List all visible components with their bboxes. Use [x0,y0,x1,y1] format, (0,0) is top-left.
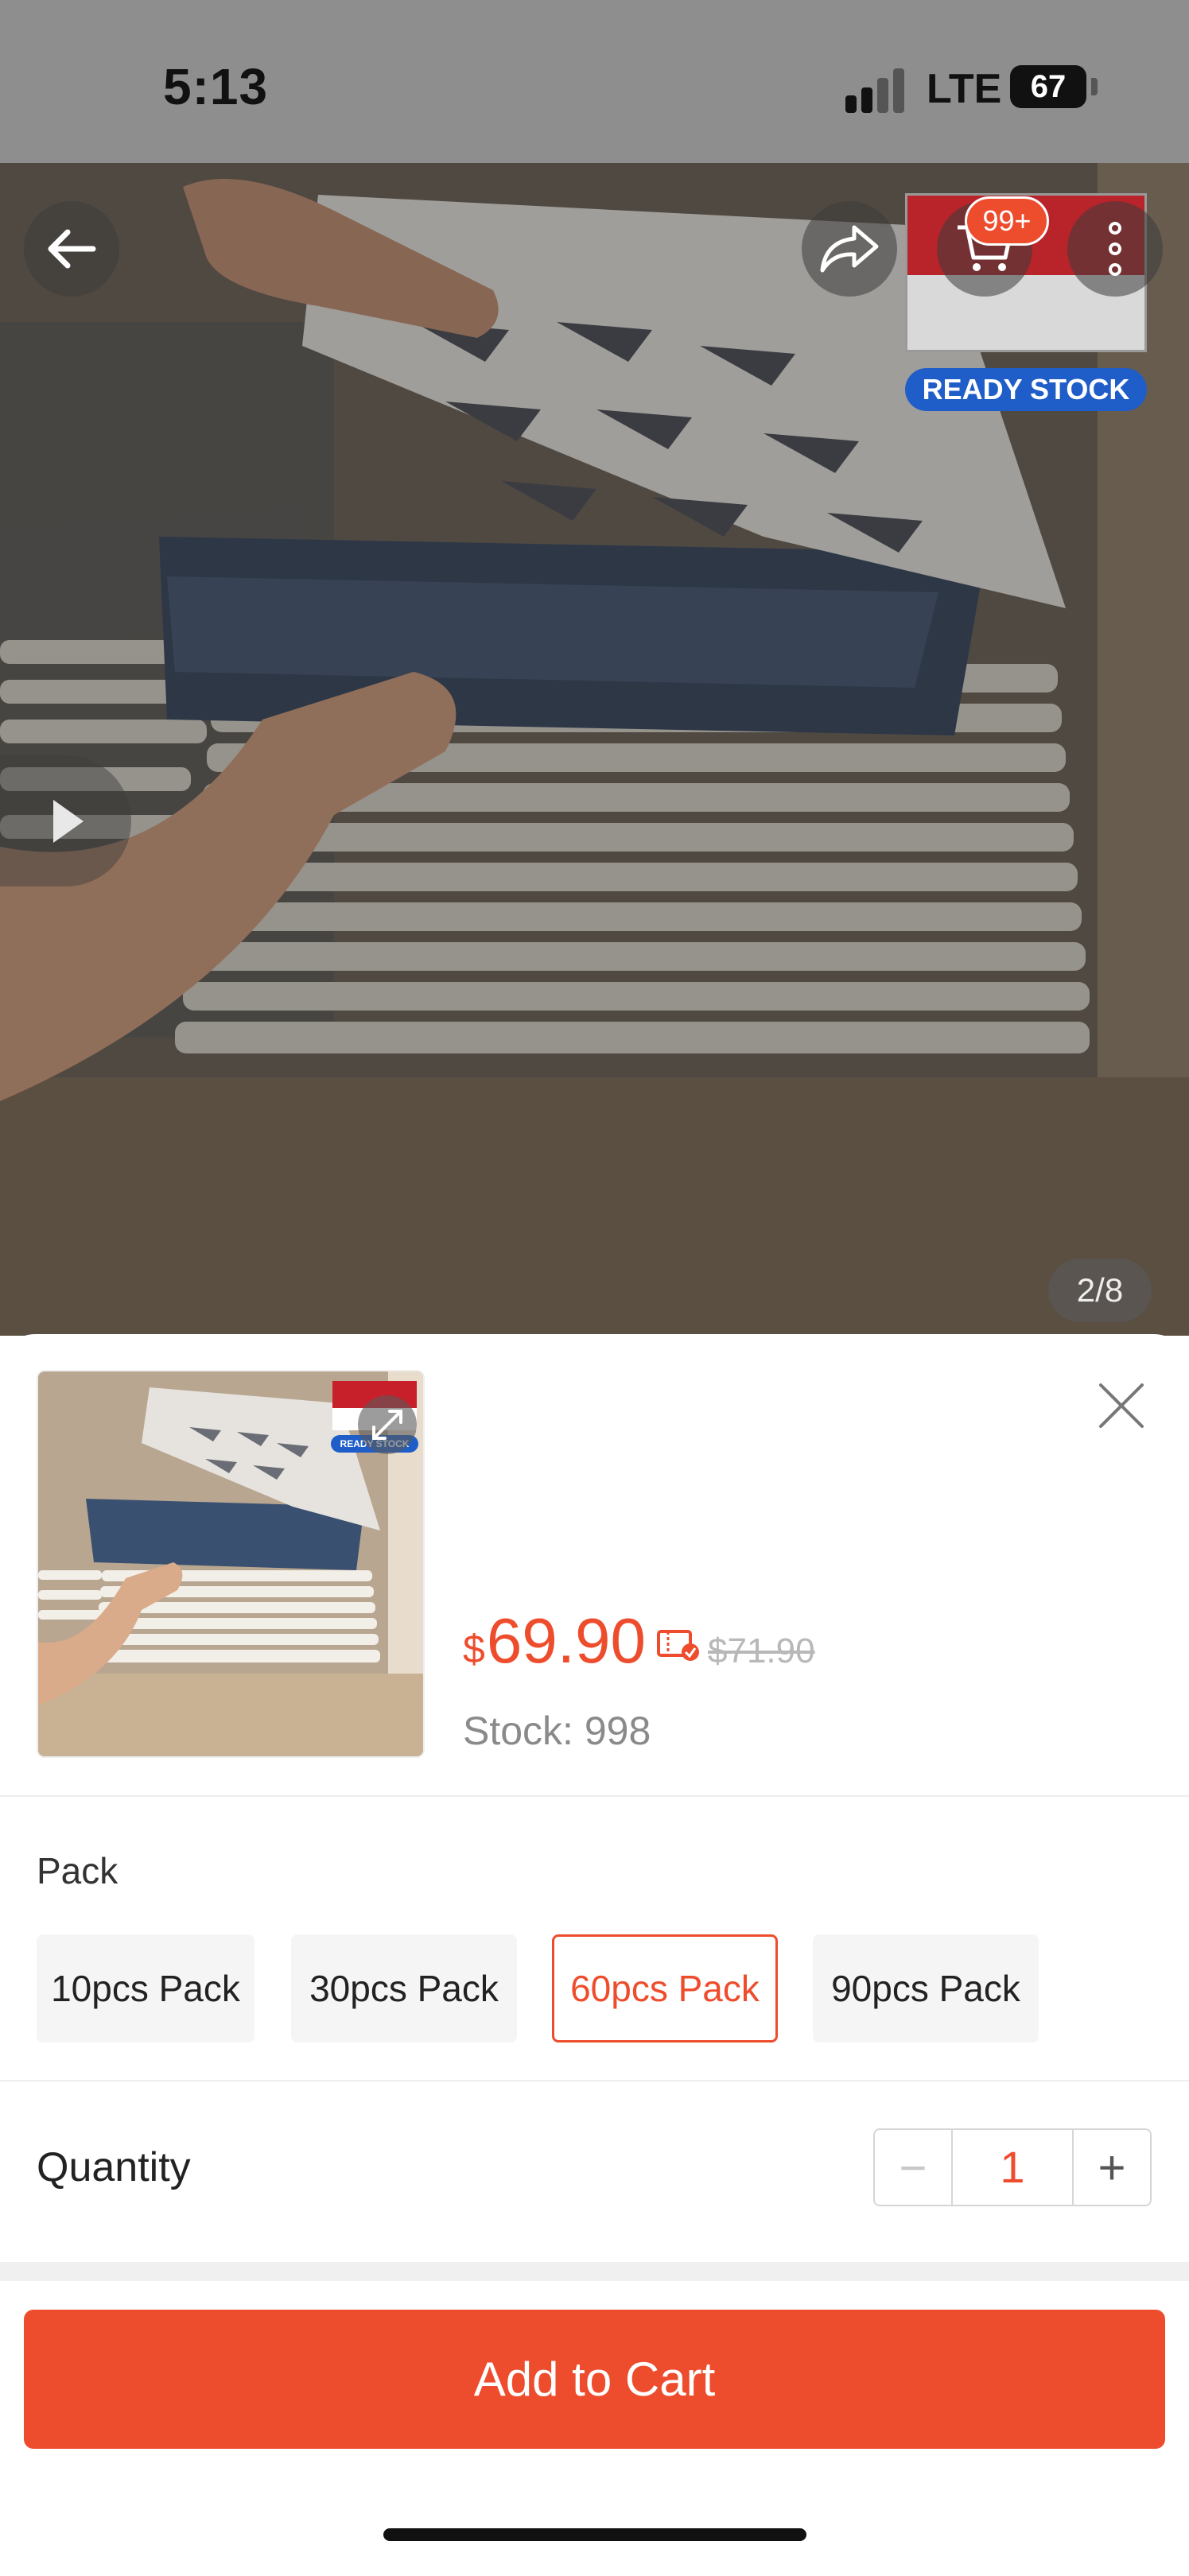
product-thumbnail[interactable]: READY STOCK [37,1370,425,1758]
price-currency: $ [463,1627,485,1671]
status-bar: 5:13 LTE 67 [0,0,1189,163]
more-vertical-icon [1109,222,1121,276]
play-video-button[interactable] [0,755,131,886]
option-90pcs-pack[interactable]: 90pcs Pack [813,1934,1039,2043]
option-60pcs-pack[interactable]: 60pcs Pack [552,1934,778,2043]
cart-count-badge: 99+ [965,196,1049,246]
network-label: LTE [927,66,1002,112]
quantity-label: Quantity [37,2144,191,2190]
expand-image-button[interactable] [358,1395,417,1454]
play-icon [52,799,84,843]
divider [0,1795,1189,1797]
status-time: 5:13 [163,58,269,115]
decrease-quantity-button[interactable]: − [875,2130,951,2205]
signal-icon [845,68,909,113]
section-separator [0,2262,1189,2281]
quantity-input[interactable]: 1 [951,2130,1074,2205]
price: 69.90 [486,1605,647,1676]
ready-stock-badge: READY STOCK [905,368,1147,411]
original-price: $71.90 [708,1631,815,1670]
more-options-button[interactable] [1067,201,1163,297]
product-image-carousel[interactable]: READY STOCK 99+ 2/8 [0,163,1189,1336]
divider [0,2080,1189,2081]
variation-label: Pack [37,1850,119,1891]
increase-quantity-button[interactable]: + [1074,2130,1150,2205]
add-to-cart-button[interactable]: Add to Cart [24,2310,1165,2449]
voucher-icon [657,1630,700,1661]
share-button[interactable] [802,201,897,297]
share-icon [820,225,879,273]
variation-sheet: READY STOCK $ 69.90 $71.90 Stock: 998 Pa… [0,1334,1189,2576]
image-page-indicator: 2/8 [1048,1259,1152,1322]
battery-icon: 67 [1010,65,1086,108]
back-button[interactable] [24,201,119,297]
option-30pcs-pack[interactable]: 30pcs Pack [291,1934,517,2043]
battery-tip [1091,78,1098,95]
stock-count: Stock: 998 [463,1709,651,1753]
quantity-stepper: − 1 + [873,2128,1152,2206]
expand-icon [372,1410,402,1440]
close-button[interactable] [1090,1374,1153,1437]
home-indicator[interactable] [383,2528,806,2541]
close-icon [1099,1383,1144,1428]
option-10pcs-pack[interactable]: 10pcs Pack [37,1934,255,2043]
price-row: $ 69.90 $71.90 [463,1604,815,1684]
back-arrow-icon [48,229,96,269]
